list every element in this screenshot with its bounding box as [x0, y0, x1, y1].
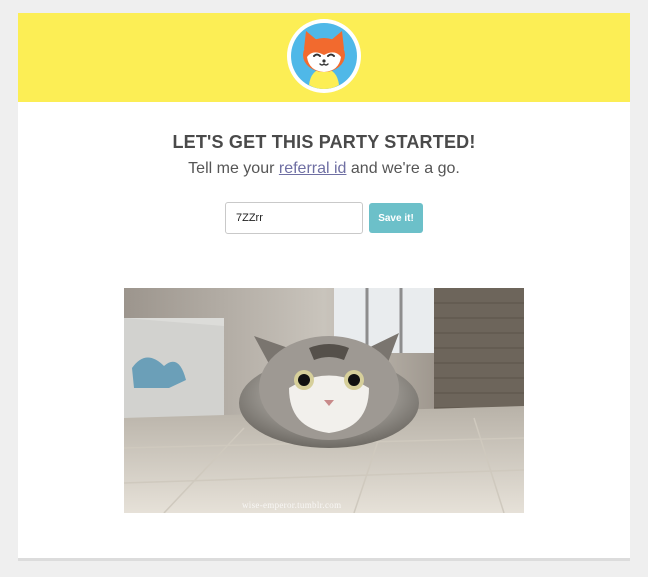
save-button[interactable]: Save it!: [369, 203, 423, 233]
cat-photo: wise-emperor.tumblr.com: [124, 288, 524, 513]
photo-watermark: wise-emperor.tumblr.com: [242, 500, 342, 510]
referral-id-link[interactable]: referral id: [279, 160, 347, 177]
instruction-suffix: and we're a go.: [346, 160, 460, 177]
main-card: LET'S GET THIS PARTY STARTED! Tell me yo…: [18, 13, 630, 561]
referral-id-input[interactable]: [225, 202, 363, 234]
instruction-text: Tell me your referral id and we're a go.: [18, 160, 630, 178]
header-banner: [18, 13, 630, 102]
referral-form: Save it!: [225, 202, 423, 234]
instruction-prefix: Tell me your: [188, 160, 279, 177]
fox-mascot-icon: [287, 19, 361, 93]
page-title: LET'S GET THIS PARTY STARTED!: [172, 132, 476, 152]
